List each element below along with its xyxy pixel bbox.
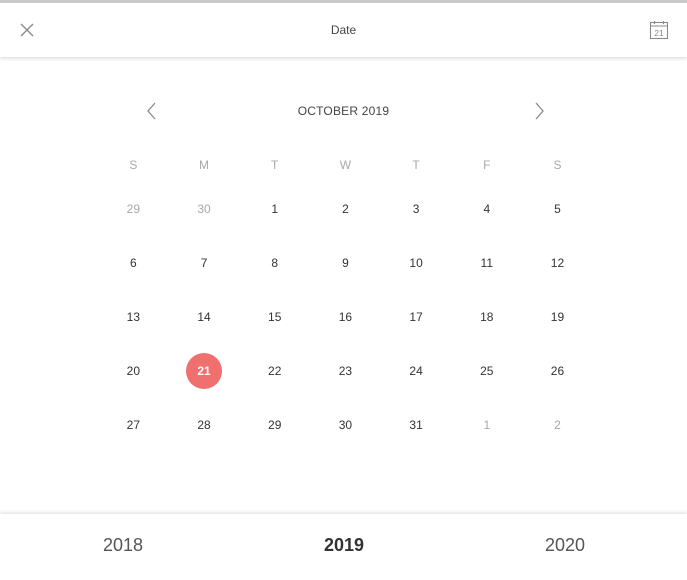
day-cell[interactable]: 24 — [381, 344, 452, 398]
day-cell[interactable]: 27 — [98, 398, 169, 452]
day-cell[interactable]: 5 — [522, 182, 593, 236]
day-cell[interactable]: 23 — [310, 344, 381, 398]
date-picker-screen: Date 21 OCTOBER 2019 S M T W T F S 29 30… — [0, 0, 687, 580]
day-cell[interactable]: 20 — [98, 344, 169, 398]
day-number: 22 — [268, 364, 282, 378]
day-number: 9 — [342, 256, 349, 270]
day-number: 20 — [126, 364, 141, 378]
weekday-label: T — [412, 158, 420, 172]
day-number: 11 — [480, 256, 494, 270]
day-cell[interactable]: 8 — [239, 236, 310, 290]
weekday-header: S M T W T F S — [98, 155, 593, 175]
calendar-button[interactable]: 21 — [645, 16, 673, 44]
day-number: 25 — [480, 364, 494, 378]
day-cell-selected[interactable]: 21 — [169, 344, 240, 398]
day-cell-outside-month[interactable]: 1 — [451, 398, 522, 452]
week-row: 27 28 29 30 31 1 2 — [98, 398, 593, 452]
week-row: 13 14 15 16 17 18 19 — [98, 290, 593, 344]
week-row: 29 30 1 2 3 4 5 — [98, 182, 593, 236]
day-cell[interactable]: 17 — [381, 290, 452, 344]
day-number: 30 — [197, 202, 211, 216]
day-number: 30 — [338, 418, 353, 432]
day-number: 17 — [409, 310, 423, 324]
day-number: 16 — [338, 310, 353, 324]
day-cell[interactable]: 19 — [522, 290, 593, 344]
day-cell[interactable]: 12 — [522, 236, 593, 290]
day-cell[interactable]: 16 — [310, 290, 381, 344]
week-row: 20 21 22 23 24 25 26 — [98, 344, 593, 398]
day-cell[interactable]: 9 — [310, 236, 381, 290]
day-cell[interactable]: 26 — [522, 344, 593, 398]
header-bar: Date 21 — [0, 3, 687, 57]
weekday-label: T — [271, 158, 279, 172]
day-cell[interactable]: 11 — [451, 236, 522, 290]
weekday-label: S — [129, 158, 138, 172]
year-button-current[interactable]: 2019 — [324, 528, 364, 562]
weekday-label: F — [483, 158, 491, 172]
day-number: 29 — [268, 418, 282, 432]
day-number: 29 — [126, 202, 141, 216]
day-grid: 29 30 1 2 3 4 5 6 7 8 9 10 11 12 13 14 15 16 17 18 19 20 21 22 2… — [98, 182, 593, 452]
month-label: OCTOBER 2019 — [297, 104, 390, 118]
day-number: 23 — [338, 364, 353, 378]
day-number: 31 — [409, 418, 423, 432]
year-selector: 2018 2019 2020 — [0, 514, 687, 580]
day-cell-outside-month[interactable]: 2 — [522, 398, 593, 452]
day-number: 21 — [186, 353, 223, 389]
day-cell-outside-month[interactable]: 30 — [169, 182, 240, 236]
year-button-next[interactable]: 2020 — [545, 528, 585, 562]
day-number: 15 — [268, 310, 282, 324]
day-number: 19 — [550, 310, 565, 324]
day-number: 4 — [483, 202, 491, 216]
day-cell[interactable]: 18 — [451, 290, 522, 344]
weekday-label: S — [553, 158, 562, 172]
day-number: 3 — [412, 202, 420, 216]
day-number: 2 — [342, 202, 349, 216]
day-cell[interactable]: 10 — [381, 236, 452, 290]
day-cell[interactable]: 4 — [451, 182, 522, 236]
chevron-right-icon — [535, 102, 544, 120]
month-navigation: OCTOBER 2019 — [0, 96, 687, 126]
weekday-label: M — [199, 158, 210, 172]
day-cell[interactable]: 25 — [451, 344, 522, 398]
day-number: 1 — [483, 418, 491, 432]
day-number: 26 — [550, 364, 565, 378]
day-cell[interactable]: 1 — [239, 182, 310, 236]
day-cell[interactable]: 30 — [310, 398, 381, 452]
day-number: 10 — [409, 256, 423, 270]
weekday-label: W — [339, 158, 352, 172]
week-row: 6 7 8 9 10 11 12 — [98, 236, 593, 290]
year-button-prev[interactable]: 2018 — [103, 528, 143, 562]
next-month-button[interactable] — [524, 96, 554, 126]
day-number: 27 — [126, 418, 141, 432]
day-cell[interactable]: 7 — [169, 236, 240, 290]
day-number: 7 — [200, 256, 208, 270]
day-cell[interactable]: 15 — [239, 290, 310, 344]
day-cell[interactable]: 13 — [98, 290, 169, 344]
header-title: Date — [330, 23, 357, 37]
day-cell-outside-month[interactable]: 29 — [98, 182, 169, 236]
calendar-icon-day: 21 — [654, 28, 664, 38]
day-number: 2 — [554, 418, 561, 432]
day-number: 8 — [271, 256, 279, 270]
day-cell[interactable]: 3 — [381, 182, 452, 236]
day-number: 1 — [271, 202, 279, 216]
day-number: 14 — [197, 310, 211, 324]
day-number: 24 — [409, 364, 423, 378]
day-cell[interactable]: 14 — [169, 290, 240, 344]
day-cell[interactable]: 6 — [98, 236, 169, 290]
day-cell[interactable]: 2 — [310, 182, 381, 236]
calendar-icon: 21 — [649, 21, 669, 40]
day-number: 18 — [480, 310, 494, 324]
day-number: 6 — [130, 256, 137, 270]
day-number: 5 — [554, 202, 561, 216]
day-cell[interactable]: 29 — [239, 398, 310, 452]
day-number: 28 — [197, 418, 211, 432]
day-number: 12 — [550, 256, 565, 270]
day-cell[interactable]: 31 — [381, 398, 452, 452]
day-number: 13 — [126, 310, 141, 324]
day-cell[interactable]: 22 — [239, 344, 310, 398]
day-cell[interactable]: 28 — [169, 398, 240, 452]
